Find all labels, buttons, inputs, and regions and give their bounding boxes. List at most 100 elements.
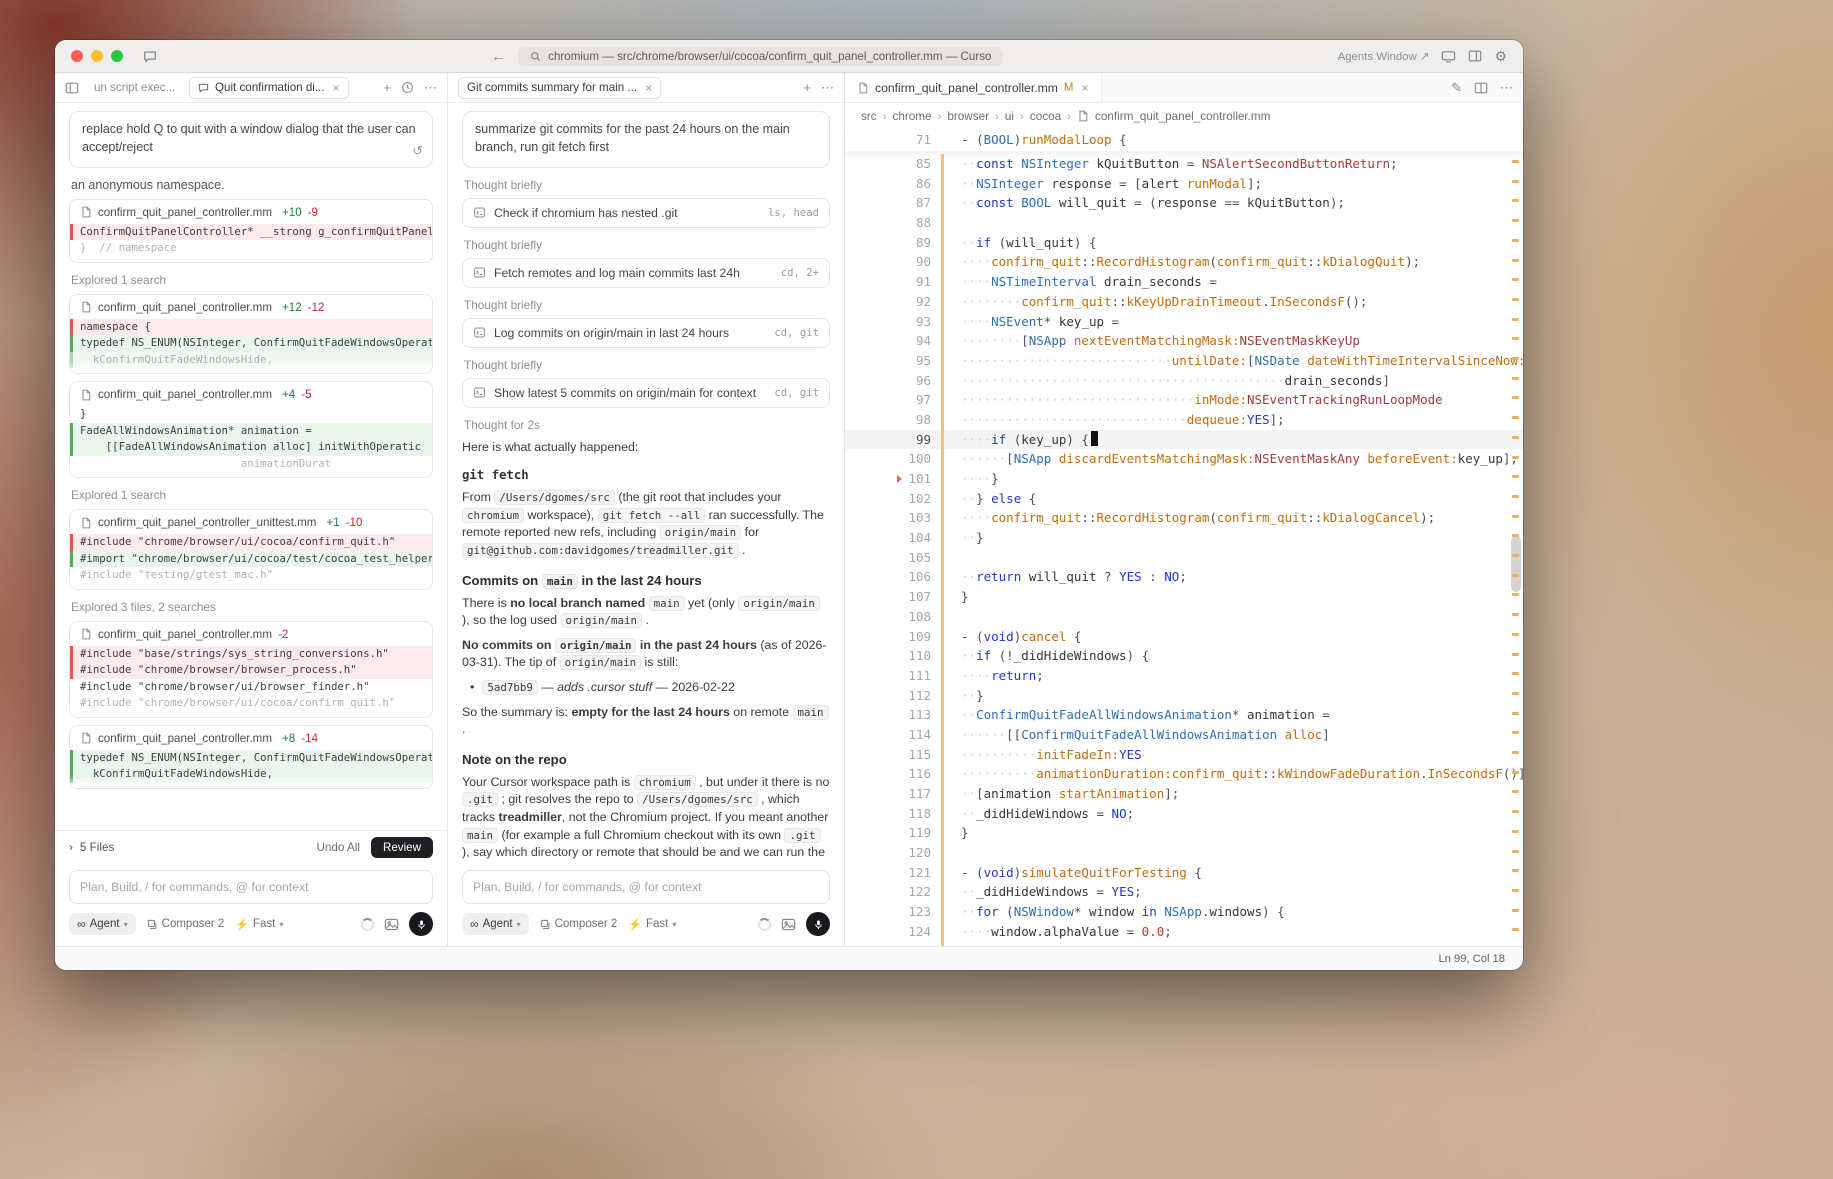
sidebar-toggle-icon[interactable] [65, 81, 79, 95]
code-line[interactable]: 105 [845, 548, 1523, 568]
breadcrumb-item[interactable]: confirm_quit_panel_controller.mm [1095, 110, 1270, 123]
voice-input-button[interactable] [409, 912, 433, 936]
code-line[interactable]: 89··if (will_quit) { [845, 233, 1523, 253]
minimize-window-button[interactable] [91, 50, 103, 62]
code-area[interactable]: 85··const NSInteger kQuitButton = NSAler… [845, 151, 1523, 946]
code-line[interactable]: 121- (void)simulateQuitForTesting { [845, 863, 1523, 883]
tool-call-card[interactable]: Fetch remotes and log main commits last … [462, 258, 830, 288]
code-line[interactable]: 113··ConfirmQuitFadeAllWindowsAnimation*… [845, 705, 1523, 725]
code-line[interactable]: 92········confirm_quit::kKeyUpDrainTimeo… [845, 292, 1523, 312]
more-icon[interactable]: ⋯ [424, 80, 437, 96]
composer-selector[interactable]: Composer 2 [540, 918, 618, 930]
zoom-window-button[interactable] [111, 50, 123, 62]
close-icon[interactable]: × [333, 81, 340, 95]
attach-image-icon[interactable] [384, 917, 399, 932]
code-line[interactable]: 85··const NSInteger kQuitButton = NSAler… [845, 154, 1523, 174]
code-line[interactable]: 117··[animation startAnimation]; [845, 784, 1523, 804]
tab-run-script[interactable]: un script exec... [86, 78, 182, 97]
code-line[interactable]: 87··const BOOL will_quit = (response == … [845, 193, 1523, 213]
undo-all-button[interactable]: Undo All [316, 841, 360, 854]
middle-composer-input[interactable] [473, 880, 819, 894]
breadcrumb-item[interactable]: cocoa [1030, 110, 1061, 123]
file-diff-card[interactable]: confirm_quit_panel_controller.mm+8-14typ… [69, 725, 433, 789]
file-diff-card[interactable]: confirm_quit_panel_controller_unittest.m… [69, 509, 433, 590]
code-line[interactable]: 93····NSEvent* key_up = [845, 312, 1523, 332]
code-line[interactable]: 122··_didHideWindows = YES; [845, 882, 1523, 902]
agent-mode-selector[interactable]: ∞ Agent ▾ [69, 913, 136, 935]
review-button[interactable]: Review [371, 837, 433, 858]
layout-columns-icon[interactable] [1468, 49, 1482, 63]
code-line[interactable]: 103····confirm_quit::RecordHistogram(con… [845, 508, 1523, 528]
code-line[interactable]: 108 [845, 607, 1523, 627]
editor-tab-active[interactable]: confirm_quit_panel_controller.mm M × [845, 73, 1102, 102]
code-line[interactable]: 119} [845, 823, 1523, 843]
code-line[interactable]: 98······························dequeue:… [845, 410, 1523, 430]
code-line[interactable]: 94········[NSApp nextEventMatchingMask:N… [845, 331, 1523, 351]
code-line[interactable]: 106··return will_quit ? YES : NO; [845, 567, 1523, 587]
code-line[interactable]: 115··········initFadeIn:YES [845, 745, 1523, 765]
new-tab-button[interactable]: + [383, 80, 391, 95]
code-line[interactable]: 116··········animationDuration:confirm_q… [845, 764, 1523, 784]
cursor-position[interactable]: Ln 99, Col 18 [1438, 953, 1505, 965]
code-line[interactable]: 124····window.alphaValue = 0.0; [845, 922, 1523, 942]
file-diff-card[interactable]: confirm_quit_panel_controller.mm+4-5}Fad… [69, 381, 433, 478]
code-line[interactable]: 109- (void)cancel { [845, 627, 1523, 647]
attach-image-icon[interactable] [781, 917, 796, 932]
retry-icon[interactable]: ↺ [412, 142, 423, 160]
ai-edit-icon[interactable]: ✎ [1451, 80, 1462, 96]
code-line[interactable]: 114······[[ConfirmQuitFadeAllWindowsAnim… [845, 725, 1523, 745]
close-icon[interactable]: × [645, 81, 652, 95]
left-conversation[interactable]: replace hold Q to quit with a window dia… [55, 103, 447, 830]
left-composer-input[interactable] [80, 880, 422, 894]
code-line[interactable]: 88 [845, 213, 1523, 233]
code-line[interactable]: 123··for (NSWindow* window in NSApp.wind… [845, 902, 1523, 922]
code-line[interactable]: 95····························untilDate:… [845, 351, 1523, 371]
file-diff-card[interactable]: confirm_quit_panel_controller.mm+12-12na… [69, 294, 433, 375]
settings-gear-icon[interactable]: ⚙ [1494, 48, 1507, 65]
code-line[interactable]: 97·······························inMode:… [845, 390, 1523, 410]
code-line[interactable]: 100······[NSApp discardEventsMatchingMas… [845, 449, 1523, 469]
code-line[interactable]: 86··NSInteger response = [alert runModal… [845, 174, 1523, 194]
tab-quit-confirmation[interactable]: Quit confirmation di... × [189, 77, 349, 99]
tab-git-commits-summary[interactable]: Git commits summary for main ... × [458, 77, 661, 99]
more-icon[interactable]: ⋯ [821, 80, 834, 96]
breadcrumb-item[interactable]: chrome [893, 110, 932, 123]
chat-bubble-icon[interactable] [143, 49, 157, 63]
code-line[interactable]: 99····if (key_up) { [845, 430, 1523, 450]
model-speed-selector[interactable]: ⚡ Fast ▾ [235, 918, 283, 931]
model-speed-selector[interactable]: ⚡ Fast ▾ [628, 918, 676, 931]
agents-window-label[interactable]: Agents Window ↗ [1338, 49, 1430, 63]
code-line[interactable]: 107} [845, 587, 1523, 607]
left-composer-inputbox[interactable] [69, 870, 433, 904]
code-line[interactable]: 111····return; [845, 666, 1523, 686]
user-prompt[interactable]: replace hold Q to quit with a window dia… [69, 111, 433, 168]
back-arrow-icon[interactable]: ← [491, 48, 506, 65]
user-prompt[interactable]: summarize git commits for the past 24 ho… [462, 111, 830, 168]
tool-call-card[interactable]: Check if chromium has nested .gitls, hea… [462, 198, 830, 228]
sticky-scroll-line[interactable]: 71 - (BOOL)runModalLoop { [845, 129, 1523, 151]
breadcrumb-item[interactable]: browser [947, 110, 989, 123]
code-line[interactable]: 104··} [845, 528, 1523, 548]
code-line[interactable]: 125··} [845, 942, 1523, 947]
code-line[interactable]: 101····} [845, 469, 1523, 489]
code-line[interactable]: 91····NSTimeInterval drain_seconds = [845, 272, 1523, 292]
scrollbar-thumb[interactable] [1511, 536, 1521, 592]
code-line[interactable]: 102··} else { [845, 489, 1523, 509]
titlebar[interactable]: ← chromium — src/chrome/browser/ui/cocoa… [55, 40, 1523, 73]
new-tab-button[interactable]: + [803, 80, 811, 95]
close-window-button[interactable] [71, 50, 83, 62]
more-icon[interactable]: ⋯ [1500, 80, 1513, 96]
code-line[interactable]: 112··} [845, 686, 1523, 706]
code-line[interactable]: 96······································… [845, 371, 1523, 391]
code-line[interactable]: 120 [845, 843, 1523, 863]
breadcrumb-item[interactable]: ui [1005, 110, 1014, 123]
composer-selector[interactable]: Composer 2 [147, 918, 225, 930]
tool-call-card[interactable]: Log commits on origin/main in last 24 ho… [462, 318, 830, 348]
middle-conversation[interactable]: summarize git commits for the past 24 ho… [448, 103, 844, 864]
changed-files-bar[interactable]: › 5 Files Undo All Review [55, 830, 447, 864]
code-line[interactable]: 118··_didHideWindows = NO; [845, 804, 1523, 824]
code-line[interactable]: 90····confirm_quit::RecordHistogram(conf… [845, 252, 1523, 272]
code-line[interactable]: 110··if (!_didHideWindows) { [845, 646, 1523, 666]
middle-composer-inputbox[interactable] [462, 870, 830, 904]
split-editor-icon[interactable] [1474, 81, 1488, 95]
